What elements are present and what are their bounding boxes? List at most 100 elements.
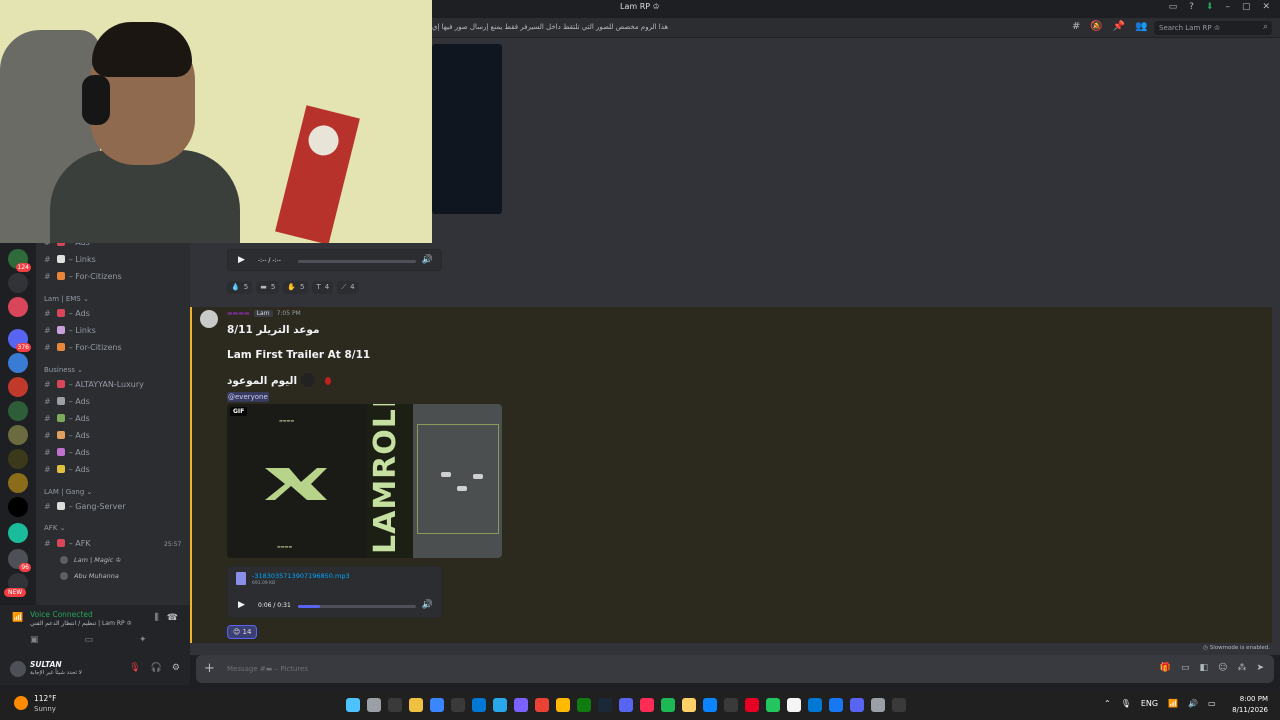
attachment-filename[interactable]: -3183035713907196850.mp3 [252, 572, 350, 580]
channel-item[interactable]: # – Ads [44, 414, 90, 423]
taskbar-app-icon[interactable] [787, 698, 801, 712]
add-attachment-icon[interactable]: + [204, 661, 215, 676]
download-icon[interactable]: ⬇ [1206, 2, 1214, 12]
taskbar-app-icon[interactable] [661, 698, 675, 712]
mute-icon[interactable]: 🔕 [1090, 21, 1102, 32]
username[interactable]: SULTAN [30, 660, 62, 669]
channel-item[interactable]: # – Links [44, 326, 96, 335]
server-icon[interactable] [8, 425, 28, 445]
channel-item[interactable]: # – For-Citizens [44, 343, 122, 352]
sticker-icon[interactable]: ◧ [1200, 663, 1209, 673]
voice-status[interactable]: Voice Connected [30, 610, 93, 619]
apps-icon[interactable]: ⁂ [1237, 663, 1246, 673]
avatar[interactable] [200, 310, 218, 328]
volume-icon[interactable]: 🔊 [422, 600, 433, 610]
minimize-icon[interactable]: – [1225, 2, 1230, 12]
taskbar-app-icon[interactable] [388, 698, 402, 712]
emoji-icon[interactable]: ☺ [1218, 663, 1227, 673]
voice-user[interactable]: Lam | Magic ♔ [60, 556, 121, 564]
help-icon[interactable]: ? [1189, 2, 1194, 12]
taskbar-app-icon[interactable] [556, 698, 570, 712]
channel-item[interactable]: # – Gang-Server [44, 502, 126, 511]
taskbar-app-icon[interactable] [829, 698, 843, 712]
author-name[interactable]: ▬▬▬▬ [227, 310, 250, 317]
gif-icon[interactable]: ▭ [1181, 663, 1190, 673]
gift-icon[interactable]: 🎁 [1160, 663, 1171, 673]
reaction-chip[interactable]: 😊 14 [227, 625, 258, 639]
channel-topic[interactable]: هذا الروم مخصص للصور التي تلتقط داخل الس… [432, 23, 1072, 31]
message-composer[interactable]: + Message #▬ – Pictures 🎁 ▭ ◧ ☺ ⁂ ➤ [196, 655, 1274, 683]
taskbar-app-icon[interactable] [346, 698, 360, 712]
server-icon[interactable] [8, 449, 28, 469]
taskbar-app-icon[interactable] [682, 698, 696, 712]
speaker-icon[interactable]: 🔊 [1188, 699, 1198, 708]
audio-progress[interactable] [298, 605, 416, 608]
search-input[interactable]: Search Lam RP ♔ ⌕ [1154, 21, 1272, 35]
taskbar-app-icon[interactable] [766, 698, 780, 712]
server-icon[interactable] [8, 329, 31, 352]
maximize-icon[interactable]: ▢ [1242, 2, 1251, 12]
taskbar-app-icon[interactable] [598, 698, 612, 712]
image-embed[interactable] [432, 44, 502, 214]
send-icon[interactable]: ➤ [1256, 663, 1264, 673]
taskbar-app-icon[interactable] [703, 698, 717, 712]
volume-icon[interactable]: 🔊 [422, 255, 433, 265]
taskbar-app-icon[interactable] [367, 698, 381, 712]
server-icon[interactable] [8, 297, 28, 317]
disconnect-icon[interactable]: ☎ [167, 613, 178, 623]
taskbar-app-icon[interactable] [871, 698, 885, 712]
gear-icon[interactable]: ⚙ [172, 663, 180, 673]
taskbar-app-icon[interactable] [640, 698, 654, 712]
headphones-icon[interactable]: 🎧 [151, 663, 162, 673]
play-icon[interactable]: ▶ [238, 255, 245, 265]
battery-icon[interactable]: ▭ [1208, 699, 1216, 708]
threads-icon[interactable]: # [1072, 21, 1080, 32]
pin-icon[interactable]: 📌 [1113, 21, 1125, 32]
channel-category[interactable]: Business ⌄ [44, 366, 83, 374]
taskbar-app-icon[interactable] [619, 698, 633, 712]
voice-user[interactable]: Abu Muhanna [60, 572, 119, 580]
microphone-muted-icon[interactable]: 🎙 [129, 663, 140, 673]
channel-item[interactable]: # – AFK [44, 539, 91, 548]
language-indicator[interactable]: ENG [1141, 699, 1158, 708]
microphone-icon[interactable]: 🎙 [1121, 699, 1131, 708]
server-icon[interactable] [8, 273, 28, 293]
server-icon[interactable] [8, 377, 28, 397]
members-icon[interactable]: 👥 [1135, 21, 1147, 32]
reaction-chip[interactable]: ✋ 5 [283, 281, 309, 294]
channel-category[interactable]: AFK ⌄ [44, 524, 66, 532]
server-icon[interactable] [8, 473, 28, 493]
taskbar-app-icon[interactable] [850, 698, 864, 712]
avatar[interactable] [10, 661, 26, 677]
channel-item[interactable]: # – ALTAYYAN-Luxury [44, 380, 144, 389]
channel-item[interactable]: # – Ads [44, 465, 90, 474]
taskbar-app-icon[interactable] [745, 698, 759, 712]
server-icon[interactable] [8, 549, 32, 572]
taskbar-app-icon[interactable] [514, 698, 528, 712]
reaction-chip[interactable]: T4 [312, 281, 334, 294]
weather-icon[interactable] [14, 696, 28, 710]
everyone-mention[interactable]: @everyone [227, 392, 269, 402]
channel-category[interactable]: LAM | Gang ⌄ [44, 488, 92, 496]
channel-item[interactable]: # – Ads [44, 431, 90, 440]
server-icon[interactable] [8, 353, 28, 373]
taskbar-app-icon[interactable] [535, 698, 549, 712]
taskbar-app-icon[interactable] [430, 698, 444, 712]
channel-item[interactable]: # – Links [44, 255, 96, 264]
chevron-up-icon[interactable]: ⌃ [1104, 699, 1111, 708]
play-icon[interactable]: ▶ [238, 600, 245, 610]
reaction-chip[interactable]: 💧 5 [227, 281, 253, 294]
noise-suppression-icon[interactable]: ⫼ [155, 613, 159, 623]
taskbar-app-icon[interactable] [577, 698, 591, 712]
clock[interactable]: 8:00 PM 8/11/2026 [1232, 694, 1268, 716]
taskbar-app-icon[interactable] [472, 698, 486, 712]
taskbar-app-icon[interactable] [724, 698, 738, 712]
taskbar-app-icon[interactable] [892, 698, 906, 712]
wifi-icon[interactable]: 📶 [1168, 699, 1178, 708]
channel-item[interactable]: # – Ads [44, 309, 90, 318]
weather-temp[interactable]: 112°F [34, 694, 56, 703]
taskbar-app-icon[interactable] [493, 698, 507, 712]
channel-category[interactable]: Lam | EMS ⌄ [44, 295, 89, 303]
reaction-chip[interactable]: ▬ 5 [256, 281, 280, 294]
activity-icon[interactable]: ✦ [139, 635, 147, 645]
